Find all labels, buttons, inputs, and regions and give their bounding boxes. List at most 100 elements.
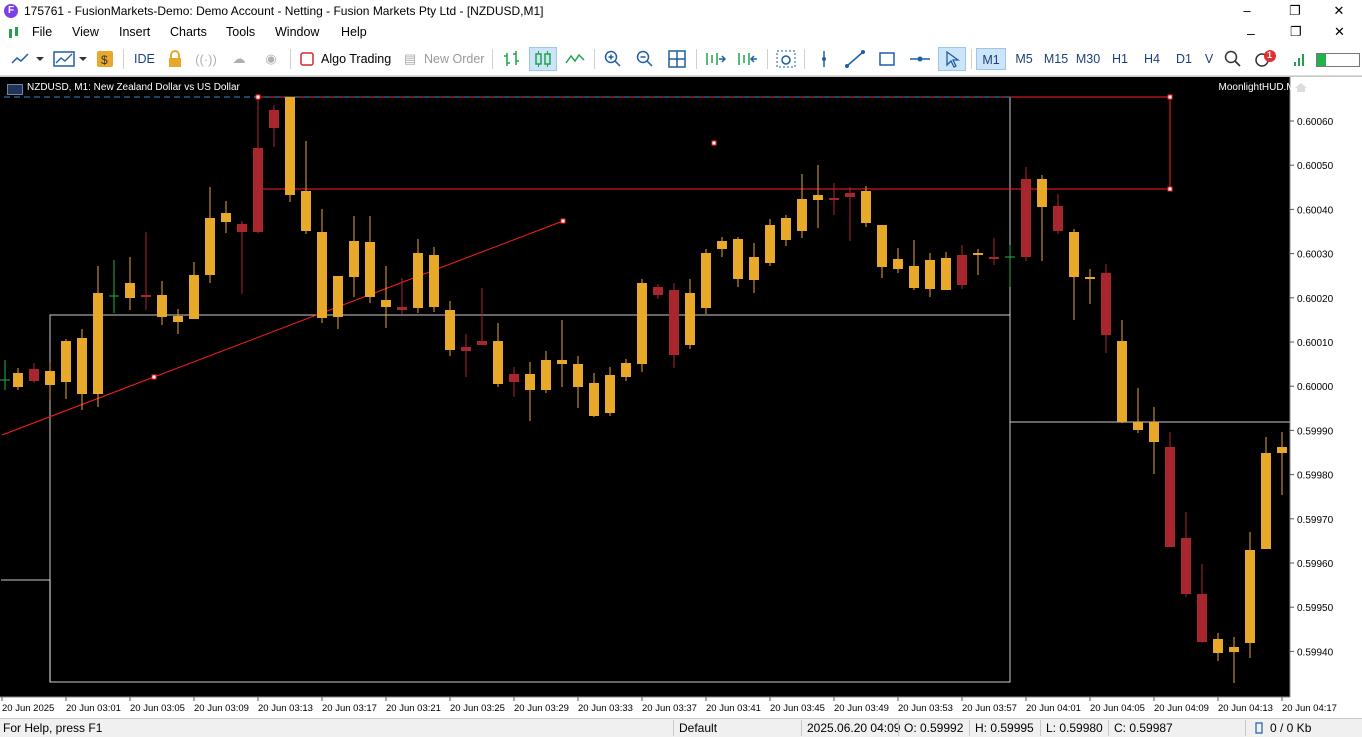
status-close: C: 0.59987 [1114, 721, 1173, 735]
tile-windows-icon[interactable] [666, 47, 688, 71]
status-datetime: 2025.06.20 04:09 [807, 721, 901, 735]
window-title: 175761 - FusionMarkets-Demo: Demo Accoun… [24, 4, 544, 18]
candle-body [333, 276, 343, 317]
horizontal-line-icon[interactable] [908, 47, 932, 71]
candle-body [1021, 179, 1031, 257]
candle-body [797, 199, 807, 231]
candle-body [909, 266, 919, 288]
timeframe-m5[interactable]: M5 [1010, 48, 1038, 70]
time-label: 20 Jun 04:13 [1218, 703, 1273, 714]
candle-body [157, 295, 167, 317]
anchor-point [255, 94, 261, 100]
anchor-point [711, 140, 717, 146]
menu-tools[interactable]: Tools [226, 25, 255, 39]
menu-charts[interactable]: Charts [170, 25, 207, 39]
traffic-icon [1254, 722, 1264, 734]
candle-body [1053, 206, 1063, 231]
time-label: 20 Jun 03:05 [130, 703, 185, 714]
globe-icon[interactable]: ◉ [260, 47, 282, 71]
candle-body [509, 374, 519, 382]
timeframe-d1[interactable]: D1 [1170, 48, 1198, 70]
timeframe-h4[interactable]: H4 [1138, 48, 1166, 70]
candle-body [365, 242, 375, 297]
candle-body [557, 360, 567, 364]
price-label: 0.60040 [1297, 205, 1334, 216]
candle-body [173, 316, 183, 322]
cloud-icon[interactable]: ☁ [228, 47, 250, 71]
line-chart-icon[interactable] [563, 47, 587, 71]
new-chart-icon[interactable] [8, 47, 48, 71]
price-label: 0.60060 [1297, 117, 1334, 128]
chart-window[interactable]: 0.60060 0.60050 0.60040 0.60030 0.60020 0.600… [0, 76, 1362, 719]
candle-body [1101, 273, 1111, 335]
candle-body [141, 295, 151, 297]
candle-body [445, 310, 455, 350]
candle-body [541, 360, 551, 390]
rectangle-icon[interactable] [876, 47, 898, 71]
ide-button[interactable]: IDE [134, 52, 155, 66]
menu-file[interactable]: File [32, 25, 52, 39]
timeframe-h1[interactable]: H1 [1106, 48, 1134, 70]
bar-chart-icon[interactable] [500, 47, 524, 71]
signal-strength-icon [1290, 47, 1310, 71]
chart-shift-icon[interactable] [703, 47, 727, 71]
candle-body [637, 283, 647, 364]
connection-bar [1316, 53, 1360, 67]
zoom-in-icon[interactable] [602, 47, 624, 71]
menu-window[interactable]: Window [275, 25, 319, 39]
restore-child-window-icon[interactable]: ❐ [1290, 24, 1302, 40]
status-high: H: 0.59995 [975, 721, 1034, 735]
lock-icon[interactable] [165, 47, 185, 71]
candle-body [1261, 453, 1271, 549]
market-icon[interactable]: $ [95, 47, 115, 71]
candle-body [973, 253, 983, 255]
screenshot-icon[interactable] [775, 47, 797, 71]
templates-icon[interactable] [52, 47, 90, 71]
price-label: 0.59960 [1297, 559, 1334, 570]
time-label: 20 Jun 03:37 [642, 703, 697, 714]
trend-line-icon[interactable] [844, 47, 866, 71]
chart-bars-icon[interactable] [8, 26, 20, 40]
notifications-icon[interactable] [1252, 47, 1278, 71]
help-text: For Help, press F1 [3, 721, 103, 735]
close-child-icon[interactable]: ✕ [1334, 24, 1345, 40]
search-icon[interactable] [1222, 47, 1244, 71]
notification-count: 1 [1267, 50, 1273, 60]
algo-trading-icon[interactable] [299, 47, 315, 71]
timeframe-m1[interactable]: M1 [976, 48, 1006, 70]
status-open: O: 0.59992 [904, 721, 964, 735]
restore-child-icon[interactable]: – [1247, 25, 1255, 41]
cursor-icon[interactable] [938, 47, 966, 71]
timeframe-m30[interactable]: M30 [1073, 48, 1103, 70]
candle-body [285, 97, 295, 195]
candle-body [237, 224, 247, 232]
new-order-button[interactable]: New Order [424, 52, 484, 66]
zoom-out-icon[interactable] [634, 47, 656, 71]
price-chart[interactable]: 0.60060 0.60050 0.60040 0.60030 0.60020 0.600… [0, 77, 1362, 719]
candle-body [1149, 422, 1159, 442]
candle-body [1197, 594, 1207, 642]
svg-text:$: $ [101, 53, 108, 67]
time-label: 20 Jun 03:49 [834, 703, 889, 714]
candle-body [589, 383, 599, 416]
candle-body [621, 363, 631, 377]
minimize-button[interactable]: – [1224, 0, 1270, 23]
timeframe-m15[interactable]: M15 [1041, 48, 1071, 70]
candlestick-chart-icon[interactable] [529, 47, 557, 71]
timeframe-v[interactable]: V [1202, 48, 1216, 70]
algo-trading-button[interactable]: Algo Trading [321, 52, 391, 66]
time-label: 20 Jun 04:17 [1282, 703, 1337, 714]
menu-insert[interactable]: Insert [119, 25, 150, 39]
new-order-icon[interactable]: ▤ [401, 47, 419, 71]
menu-help[interactable]: Help [341, 25, 367, 39]
close-button[interactable]: ✕ [1316, 0, 1362, 23]
candle-body [765, 225, 775, 263]
autoscroll-icon[interactable] [735, 47, 759, 71]
signal-icon[interactable]: ((·)) [195, 47, 217, 71]
price-label: 0.59940 [1297, 647, 1334, 658]
profile-name[interactable]: Default [679, 721, 717, 735]
time-label: 20 Jun 03:53 [898, 703, 953, 714]
maximize-button[interactable]: ❐ [1272, 0, 1318, 23]
menu-view[interactable]: View [72, 25, 99, 39]
vertical-line-icon[interactable] [814, 47, 834, 71]
